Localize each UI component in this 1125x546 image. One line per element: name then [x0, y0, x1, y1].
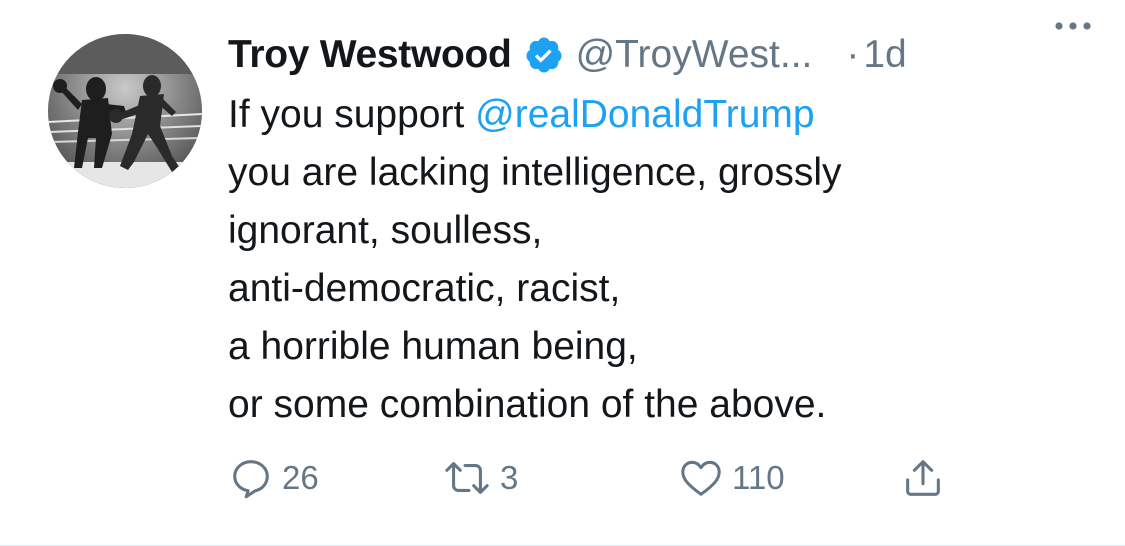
tweet-header: Troy Westwood @TroyWest... · 1d: [228, 28, 1085, 82]
tweet-line: ignorant, soulless,: [228, 209, 543, 252]
tweet-line: or some combination of the above.: [228, 383, 827, 426]
author-handle[interactable]: @TroyWest...: [576, 33, 813, 77]
tweet-line: a horrible human being,: [228, 325, 638, 368]
share-icon: [900, 455, 946, 501]
reply-icon: [228, 455, 274, 501]
verified-badge-icon: [524, 35, 564, 75]
tweet-card[interactable]: Troy Westwood @TroyWest... · 1d If you s…: [0, 0, 1125, 546]
author-name[interactable]: Troy Westwood: [228, 33, 512, 77]
tweet-text: If you support @realDonaldTrump you are …: [228, 86, 1085, 434]
retweet-count: 3: [500, 459, 519, 496]
retweet-icon: [442, 455, 492, 501]
tweet-line: If you support @realDonaldTrump: [228, 86, 1085, 144]
tweet-line: you are lacking intelligence, grossly: [228, 151, 842, 194]
retweet-button[interactable]: 3: [442, 450, 518, 506]
more-options-icon[interactable]: [1053, 18, 1093, 34]
reply-button[interactable]: 26: [228, 450, 319, 506]
reply-count: 26: [282, 459, 319, 496]
avatar-boxing-photo: [48, 34, 202, 188]
mention-link[interactable]: @realDonaldTrump: [475, 93, 814, 136]
tweet-actions: 26 3 110: [228, 450, 968, 506]
tweet-timestamp[interactable]: 1d: [863, 33, 906, 77]
tweet-content: Troy Westwood @TroyWest... · 1d If you s…: [228, 28, 1085, 434]
like-button[interactable]: 110: [678, 450, 785, 506]
tweet-line-prefix: If you support: [228, 93, 476, 136]
share-button[interactable]: [900, 450, 946, 506]
heart-icon: [678, 455, 724, 501]
avatar[interactable]: [48, 34, 202, 188]
separator-dot: ·: [846, 33, 860, 76]
like-count: 110: [732, 459, 785, 496]
tweet-line: anti-democratic, racist,: [228, 267, 621, 310]
